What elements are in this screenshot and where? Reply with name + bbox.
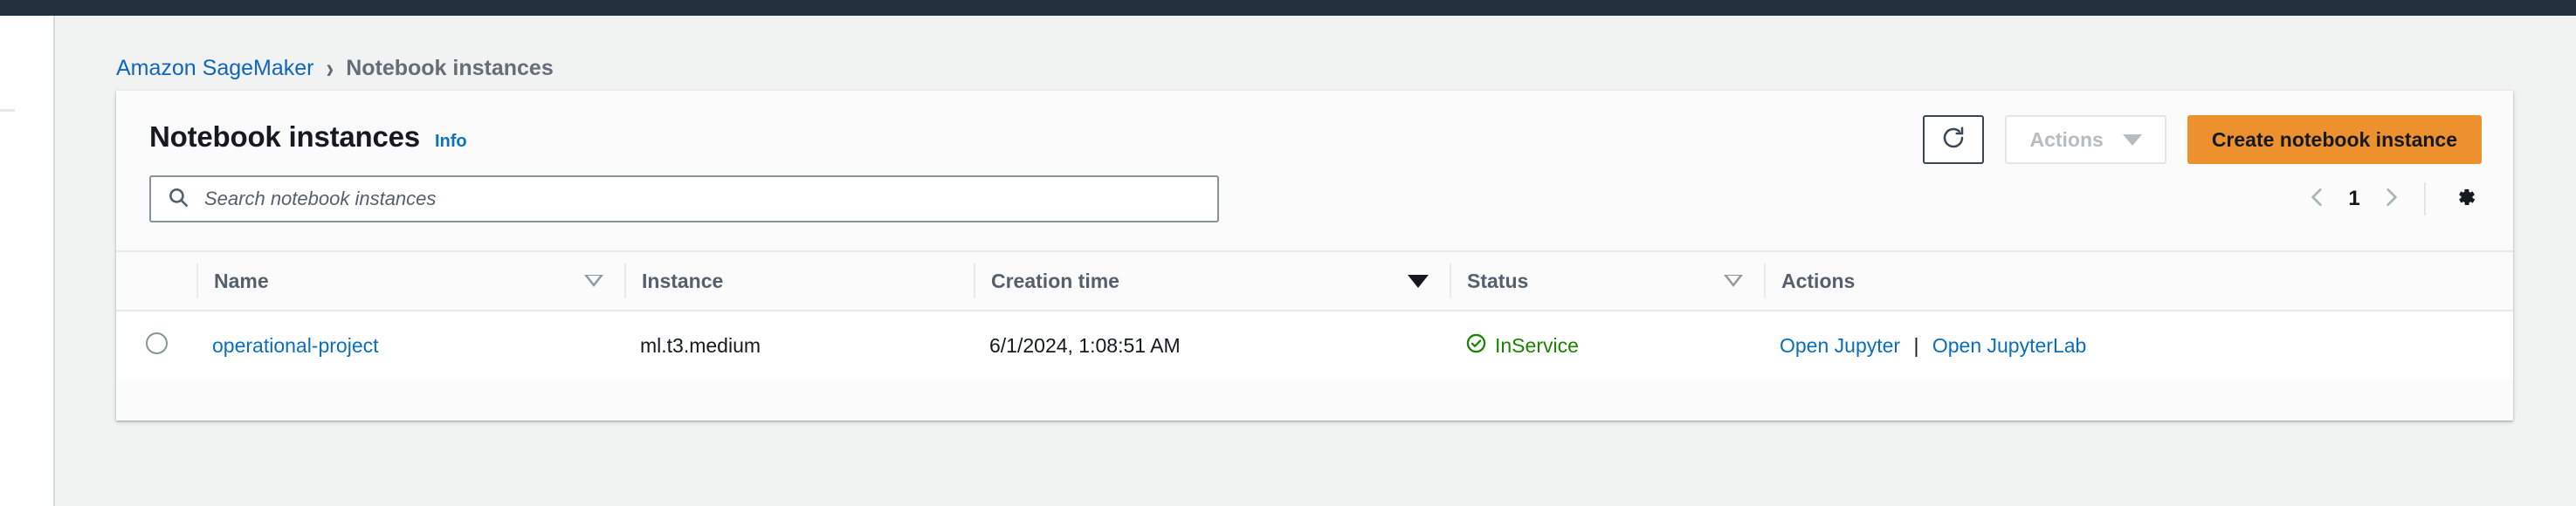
table-row[interactable]: operational-project ml.t3.medium 6/1/202… (116, 311, 2513, 380)
create-notebook-instance-button[interactable]: Create notebook instance (2187, 115, 2482, 164)
check-circle-icon (1465, 332, 1487, 359)
row-radio-button[interactable] (145, 332, 168, 354)
breadcrumb-item-sagemaker[interactable]: Amazon SageMaker (116, 56, 314, 81)
nav-rail-handle[interactable] (0, 109, 15, 112)
cell-name: operational-project (196, 311, 624, 380)
top-navigation-bar (0, 0, 2576, 16)
actions-dropdown-button[interactable]: Actions (2005, 115, 2166, 164)
table-preferences-button[interactable] (2445, 179, 2485, 219)
column-header-select (116, 250, 196, 311)
column-header-actions: Actions (1764, 250, 2513, 311)
sort-indicator-icon (584, 275, 603, 287)
column-header-creation-time-label: Creation time (991, 269, 1119, 292)
status-label: InService (1495, 333, 1579, 357)
cell-instance: ml.t3.medium (624, 311, 974, 380)
card-title-group: Notebook instances Info (149, 120, 467, 154)
cell-actions: Open Jupyter | Open JupyterLab (1764, 311, 2513, 380)
pagination-prev-button[interactable] (2298, 179, 2337, 219)
column-header-status-label: Status (1467, 269, 1529, 292)
sort-indicator-icon (1724, 275, 1743, 287)
header-actions-group: Actions Create notebook instance (1923, 115, 2482, 164)
info-link[interactable]: Info (435, 132, 467, 152)
column-header-status[interactable]: Status (1450, 250, 1764, 311)
breadcrumb-item-current: Notebook instances (346, 56, 554, 80)
chevron-down-icon (2122, 133, 2142, 146)
pagination-next-button[interactable] (2372, 179, 2410, 219)
refresh-icon (1940, 125, 1966, 155)
chevron-left-icon (2306, 186, 2329, 213)
column-header-creation-time[interactable]: Creation time (974, 250, 1450, 311)
refresh-button[interactable] (1923, 115, 1985, 164)
notebook-instance-link[interactable]: operational-project (212, 334, 379, 357)
search-icon (167, 186, 189, 213)
gear-icon (2452, 184, 2478, 215)
column-header-instance[interactable]: Instance (624, 250, 974, 311)
sort-descending-icon (1408, 274, 1429, 288)
main-content: Amazon SageMaker › Notebook instances No… (57, 16, 2576, 506)
breadcrumb-separator-icon: › (326, 51, 334, 85)
open-jupyter-link[interactable]: Open Jupyter (1780, 334, 1900, 357)
page-title: Notebook instances (149, 120, 420, 153)
cell-creation-time: 6/1/2024, 1:08:51 AM (974, 311, 1450, 380)
search-box[interactable] (149, 175, 1219, 222)
column-header-name[interactable]: Name (196, 250, 624, 311)
left-nav-rail[interactable] (0, 16, 55, 506)
notebook-instances-card: Notebook instances Info Actions Create n… (116, 91, 2513, 421)
column-header-name-label: Name (214, 269, 269, 292)
actions-dropdown-label: Actions (2029, 127, 2104, 151)
column-header-actions-label: Actions (1781, 269, 1856, 292)
search-input[interactable] (203, 187, 1167, 211)
row-select-cell (116, 311, 196, 380)
table-body: operational-project ml.t3.medium 6/1/202… (116, 311, 2513, 380)
status-badge: InService (1465, 332, 1764, 359)
cell-status: InService (1450, 311, 1764, 380)
card-header: Notebook instances Info Actions Create n… (116, 91, 2513, 175)
column-header-instance-label: Instance (642, 269, 724, 292)
breadcrumb: Amazon SageMaker › Notebook instances (116, 51, 554, 85)
table-header: Name Instance Creation time Status Actio… (116, 250, 2513, 311)
open-jupyterlab-link[interactable]: Open JupyterLab (1932, 334, 2086, 357)
action-separator: | (1913, 333, 1919, 357)
pagination-divider (2424, 182, 2426, 215)
pagination: 1 (2298, 177, 2485, 221)
pagination-page-1[interactable]: 1 (2337, 187, 2372, 211)
notebook-instances-table: Name Instance Creation time Status Actio… (116, 250, 2513, 380)
table-header-row: Name Instance Creation time Status Actio… (116, 250, 2513, 311)
chevron-right-icon (2380, 186, 2402, 213)
filter-row: 1 (116, 175, 2513, 250)
